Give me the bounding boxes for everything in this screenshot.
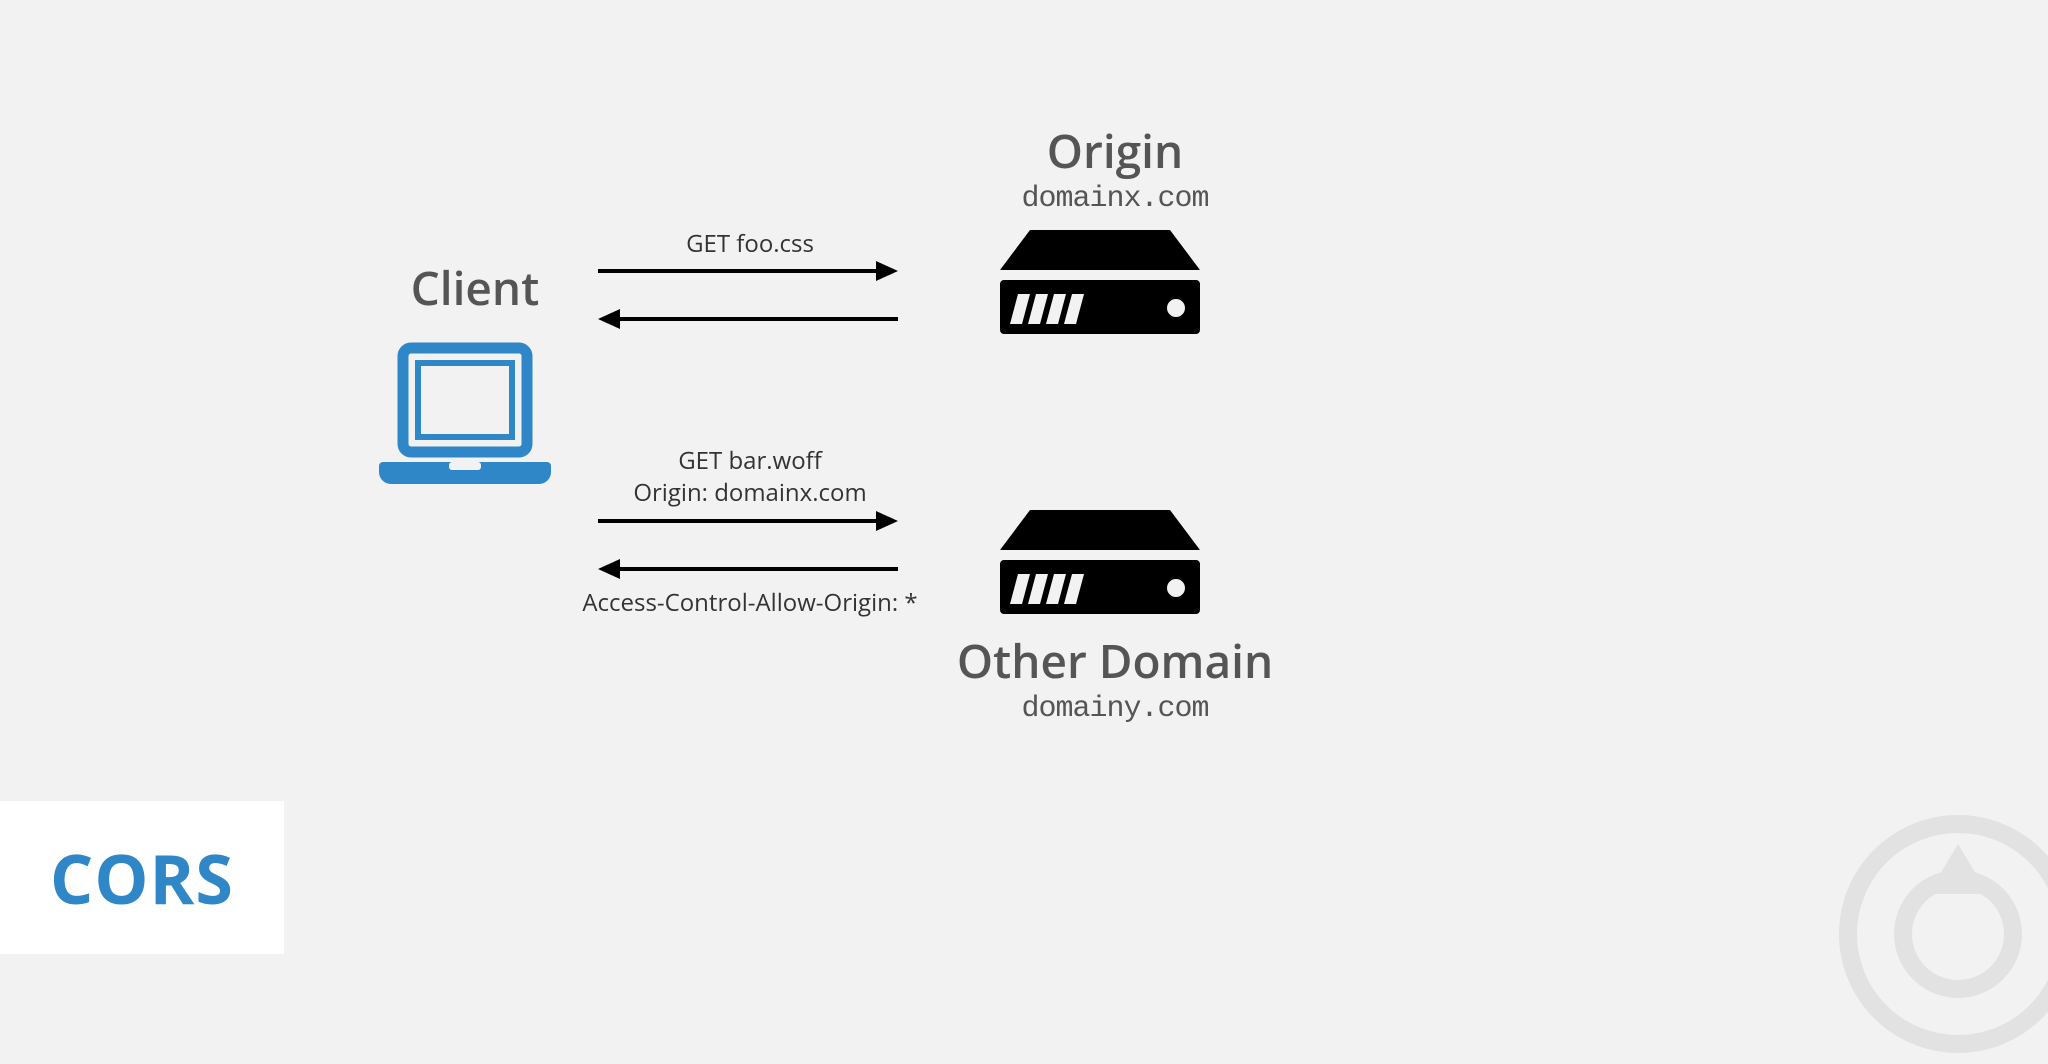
cors-title: CORS bbox=[50, 831, 234, 924]
req2-line1: GET bar.woff bbox=[600, 444, 900, 477]
origin-domain: domainx.com bbox=[965, 182, 1265, 216]
other-domain: domainy.com bbox=[945, 692, 1285, 726]
origin-title: Origin bbox=[965, 120, 1265, 182]
arrow-resp1 bbox=[598, 304, 898, 334]
cors-banner: CORS bbox=[0, 801, 284, 954]
laptop-icon bbox=[375, 340, 555, 485]
server-icon-origin bbox=[1000, 230, 1200, 340]
client-label: Client bbox=[375, 257, 575, 319]
watermark-logo bbox=[1828, 804, 2048, 1064]
server-icon-other bbox=[1000, 510, 1200, 620]
arrow-req1 bbox=[598, 256, 898, 286]
req2-line2: Origin: domainx.com bbox=[600, 476, 900, 509]
other-title: Other Domain bbox=[945, 630, 1285, 692]
resp2-label: Access-Control-Allow-Origin: * bbox=[550, 586, 950, 619]
arrow-resp2 bbox=[598, 554, 898, 584]
arrow-req2 bbox=[598, 506, 898, 536]
